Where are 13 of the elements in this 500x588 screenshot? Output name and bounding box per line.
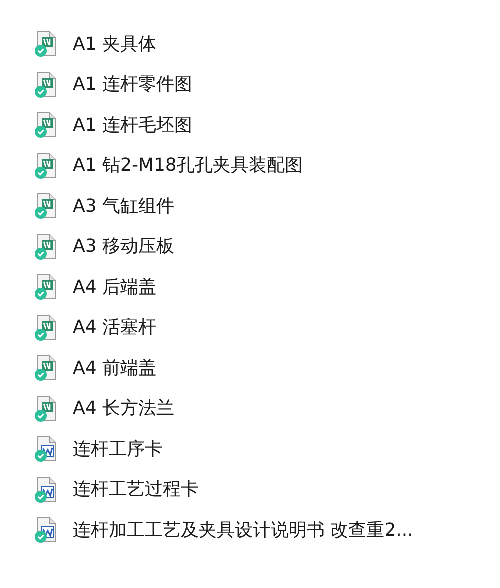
file-name[interactable]: A4 前端盖 bbox=[73, 354, 156, 382]
file-name[interactable]: A1 连杆毛坯图 bbox=[73, 112, 192, 139]
file-name[interactable]: A1 钻2-M18孔孔夹具装配图 bbox=[73, 152, 303, 180]
file-name[interactable]: A1 夹具体 bbox=[73, 30, 156, 58]
file-name[interactable]: A3 气缸组件 bbox=[73, 192, 174, 220]
file-name[interactable]: A4 活塞杆 bbox=[73, 314, 156, 342]
file-name[interactable]: 连杆工艺过程卡 bbox=[73, 476, 199, 504]
file-name[interactable]: 连杆工序卡 bbox=[73, 436, 163, 463]
file-name[interactable]: A4 长方法兰 bbox=[73, 395, 174, 422]
file-name[interactable]: A1 连杆零件图 bbox=[73, 71, 192, 98]
file-name[interactable]: 连杆加工工艺及夹具设计说明书 改查重2... bbox=[73, 516, 414, 544]
file-name[interactable]: A4 后端盖 bbox=[73, 274, 156, 301]
file-name[interactable]: A3 移动压板 bbox=[73, 233, 174, 260]
